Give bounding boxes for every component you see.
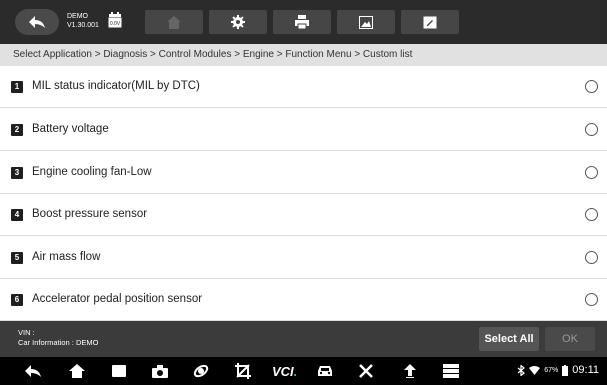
back-button[interactable] <box>15 9 59 35</box>
status-area: 67% 09:11 <box>517 364 599 376</box>
vehicle-battery-icon: 0.0V <box>108 12 122 32</box>
item-label: Accelerator pedal position sensor <box>32 293 203 305</box>
edit-button[interactable] <box>401 10 459 34</box>
top-toolbar: DEMO V1.30.001 0.0V <box>0 0 607 44</box>
edit-icon <box>423 16 437 28</box>
nav-crop-button[interactable] <box>234 362 252 380</box>
nav-back-button[interactable] <box>24 362 42 380</box>
item-number: 2 <box>11 124 23 136</box>
recents-icon <box>112 365 126 377</box>
item-radio[interactable] <box>585 166 598 179</box>
car-information: Car Information : DEMO <box>18 338 99 347</box>
car-icon <box>318 366 332 376</box>
nav-browser-button[interactable] <box>192 362 210 380</box>
item-number: 4 <box>11 209 23 221</box>
item-label: Battery voltage <box>32 123 109 135</box>
item-number: 1 <box>11 81 23 93</box>
list-item[interactable]: 5 Air mass flow <box>0 237 607 279</box>
nav-data-manager-button[interactable] <box>442 362 460 380</box>
list-item[interactable]: 1 MIL status indicator(MIL by DTC) <box>0 66 607 108</box>
settings-button[interactable] <box>209 10 267 34</box>
app-name: DEMO <box>67 13 88 20</box>
print-button[interactable] <box>273 10 331 34</box>
item-radio[interactable] <box>585 251 598 264</box>
battery-percent: 67% <box>544 366 559 374</box>
battery-icon <box>562 364 569 376</box>
item-label: Boost pressure sensor <box>32 208 148 220</box>
browser-icon <box>193 364 209 378</box>
list-item[interactable]: 4 Boost pressure sensor <box>0 194 607 236</box>
vehicle-info: VIN : Car Information : DEMO <box>18 328 98 348</box>
home-icon <box>69 364 85 378</box>
item-number: 5 <box>11 252 23 264</box>
system-nav-bar: VCI 67% 09:11 <box>0 357 607 385</box>
nav-recents-button[interactable] <box>110 362 128 380</box>
nav-home-button[interactable] <box>68 362 86 380</box>
ok-button[interactable]: OK <box>545 327 595 351</box>
data-manager-icon <box>443 364 459 378</box>
vin-label: VIN : <box>18 328 35 337</box>
nav-update-button[interactable] <box>401 362 419 380</box>
home-button[interactable] <box>145 10 203 34</box>
item-number: 3 <box>11 167 23 179</box>
back-arrow-icon <box>25 365 41 377</box>
wifi-icon <box>529 365 541 375</box>
bluetooth-icon <box>517 364 526 376</box>
item-label: MIL status indicator(MIL by DTC) <box>32 80 200 92</box>
list-item[interactable]: 3 Engine cooling fan-Low <box>0 152 607 194</box>
home-icon <box>167 15 181 29</box>
item-label: Air mass flow <box>32 251 101 263</box>
gear-icon <box>231 15 245 29</box>
breadcrumb: Select Application > Diagnosis > Control… <box>0 44 607 66</box>
image-icon <box>359 15 373 29</box>
tools-icon <box>359 364 373 378</box>
camera-icon <box>152 364 168 378</box>
app-info: DEMO V1.30.001 <box>67 12 99 30</box>
item-label: Engine cooling fan-Low <box>32 166 152 178</box>
item-radio[interactable] <box>585 123 598 136</box>
clock: 09:11 <box>572 364 599 376</box>
custom-list: 1 MIL status indicator(MIL by DTC) 2 Bat… <box>0 66 607 321</box>
crop-icon <box>235 363 251 379</box>
upload-arrow-icon <box>404 364 416 378</box>
nav-camera-button[interactable] <box>151 362 169 380</box>
select-all-button[interactable]: Select All <box>479 327 539 351</box>
list-item[interactable]: 6 Accelerator pedal position sensor <box>0 279 607 321</box>
back-arrow-icon <box>29 16 45 28</box>
print-icon <box>295 15 309 29</box>
vci-status-icon <box>293 373 296 377</box>
list-item[interactable]: 2 Battery voltage <box>0 109 607 151</box>
item-radio[interactable] <box>585 293 598 306</box>
vci-label: VCI <box>272 363 294 379</box>
nav-vci-button[interactable]: VCI <box>272 362 296 380</box>
item-radio[interactable] <box>585 208 598 221</box>
item-radio[interactable] <box>585 80 598 93</box>
nav-tools-button[interactable] <box>357 362 375 380</box>
battery-voltage: 0.0V <box>110 21 121 27</box>
screenshot-button[interactable] <box>337 10 395 34</box>
nav-vehicle-button[interactable] <box>316 362 334 380</box>
app-version: V1.30.001 <box>67 22 99 29</box>
item-number: 6 <box>11 294 23 306</box>
info-bar: VIN : Car Information : DEMO Select All … <box>0 321 607 357</box>
